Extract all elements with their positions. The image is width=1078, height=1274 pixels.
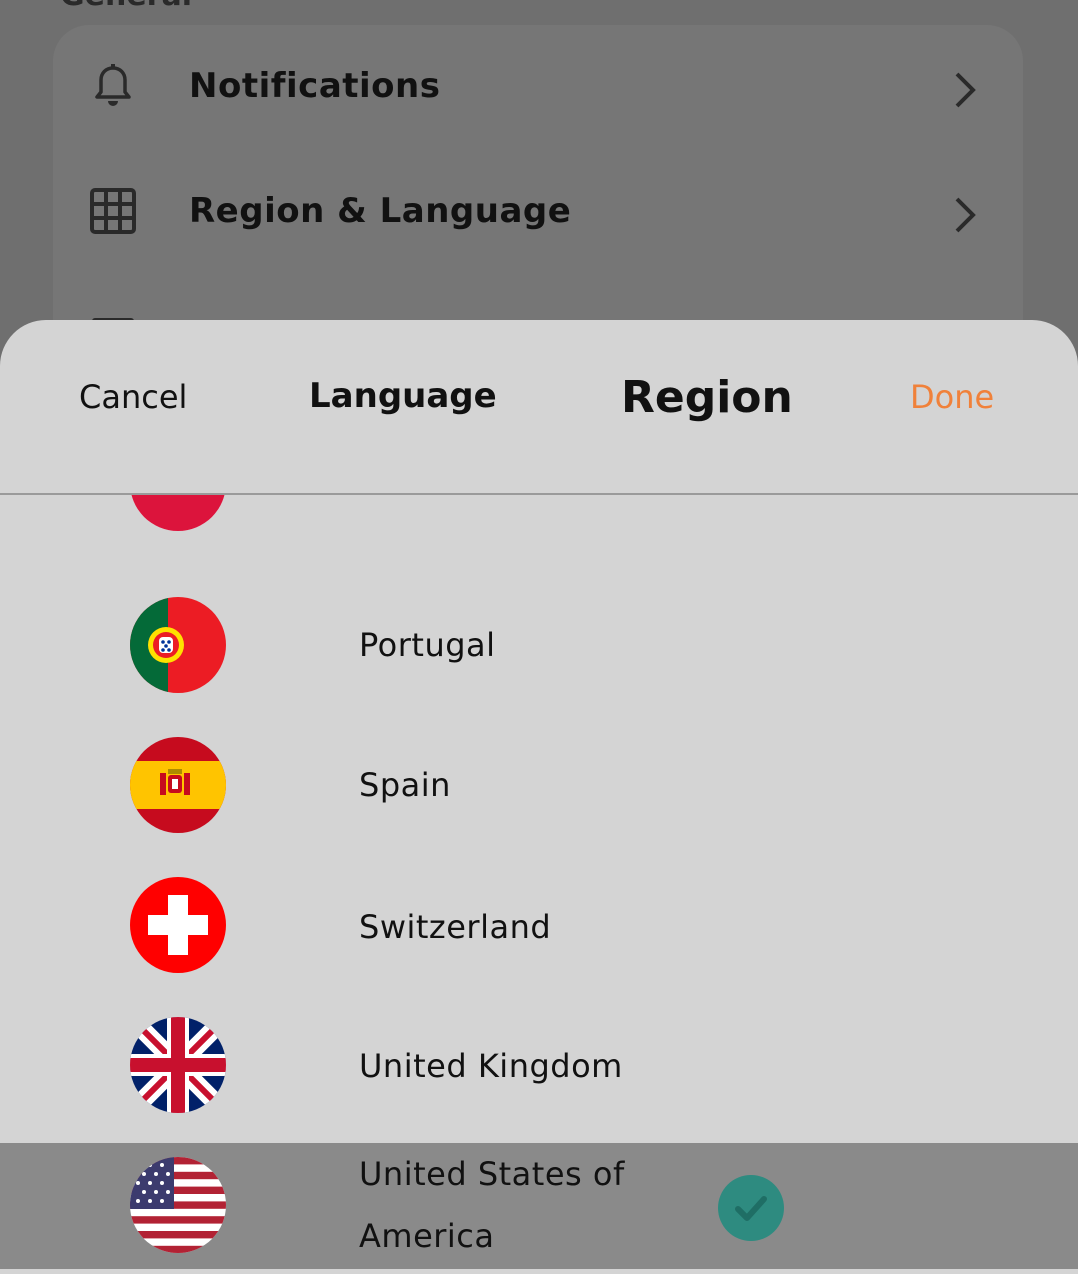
country-name: Switzerland xyxy=(359,908,552,946)
list-item[interactable] xyxy=(0,495,1078,553)
list-item[interactable]: Switzerland xyxy=(0,855,1078,995)
list-item[interactable]: United Kingdom xyxy=(0,995,1078,1135)
list-item[interactable]: Portugal xyxy=(0,575,1078,715)
region-picker-sheet: Cancel Language Region Done Portugal Spa… xyxy=(0,320,1078,1274)
check-icon xyxy=(718,1175,784,1241)
settings-item-label: Region & Language xyxy=(189,191,572,231)
chevron-right-icon xyxy=(955,72,976,108)
tab-region[interactable]: Region xyxy=(621,372,793,423)
list-item-selected[interactable]: United States of America xyxy=(0,1143,1078,1269)
sheet-header: Cancel Language Region Done xyxy=(0,320,1078,495)
done-button[interactable]: Done xyxy=(910,378,994,416)
cancel-button[interactable]: Cancel xyxy=(79,378,187,416)
usa-flag-icon xyxy=(130,1157,226,1253)
list-item[interactable]: Spain xyxy=(0,715,1078,855)
country-name: United States of America xyxy=(359,1155,625,1255)
grid-icon xyxy=(90,188,136,234)
partial-flag-icon xyxy=(130,495,226,531)
country-name: Portugal xyxy=(359,626,496,664)
spain-flag-icon xyxy=(130,737,226,833)
tab-language[interactable]: Language xyxy=(309,376,497,416)
uk-flag-icon xyxy=(130,1017,226,1113)
settings-item-notifications[interactable]: Notifications xyxy=(53,30,1023,140)
section-header: General xyxy=(60,0,192,13)
country-name: United Kingdom xyxy=(359,1047,623,1085)
bell-icon xyxy=(95,64,131,106)
settings-item-region-language[interactable]: Region & Language xyxy=(53,155,1023,265)
settings-item-label: Notifications xyxy=(189,66,441,106)
chevron-right-icon xyxy=(955,197,976,233)
country-list[interactable]: Portugal Spain Switzerland United Kingdo… xyxy=(0,495,1078,1274)
switzerland-flag-icon xyxy=(130,877,226,973)
country-name: Spain xyxy=(359,766,451,804)
portugal-flag-icon xyxy=(130,597,226,693)
